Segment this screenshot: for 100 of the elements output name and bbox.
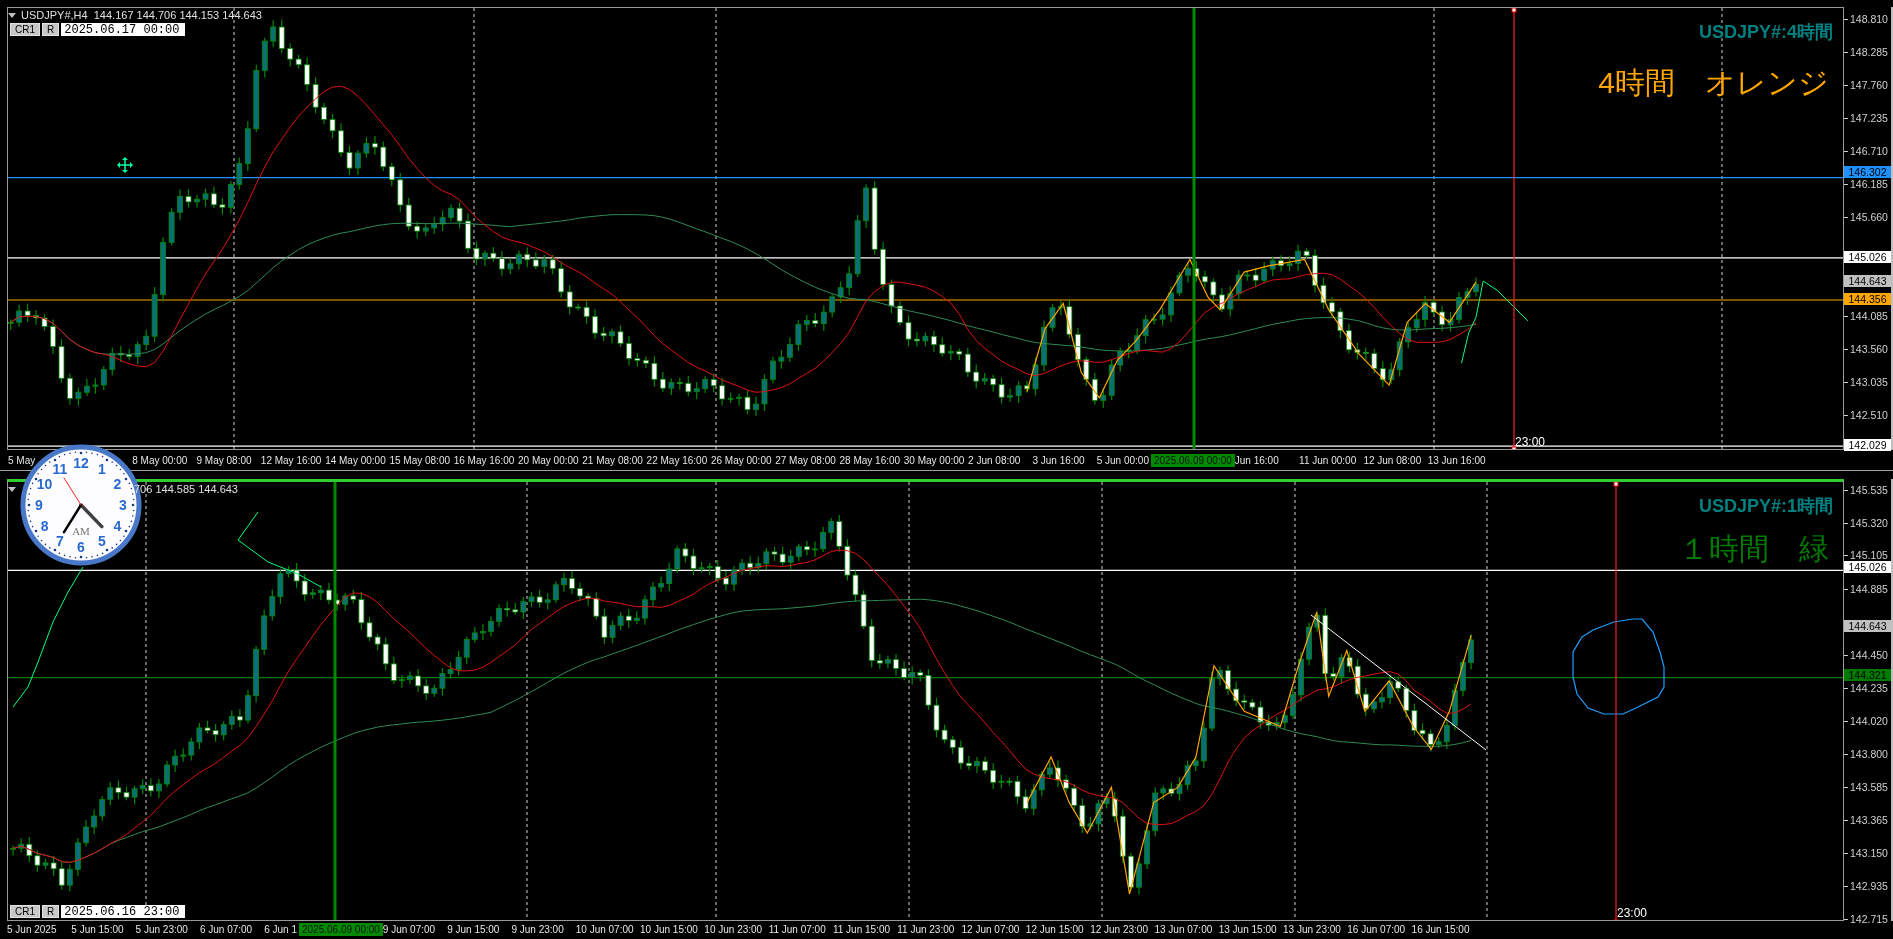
time-axis-label: 10 Jun 15:00	[640, 924, 699, 935]
time-axis-label: 16 Jun 07:00	[1347, 924, 1407, 935]
price-tick-label: 146.185	[1844, 178, 1888, 190]
time-axis-label: 26 May 00:00	[710, 454, 773, 466]
time-axis-label: 5 Jun 23:00	[135, 924, 189, 935]
price-tag: 145.026	[1844, 250, 1891, 263]
date-time-field[interactable]: 2025.06.17 00:00	[61, 23, 186, 36]
clock-numeral: 2	[113, 476, 122, 492]
menu-caret-icon[interactable]	[8, 12, 16, 18]
price-tag: 146.302	[1844, 166, 1891, 178]
time-axis-label: 15 May 08:00	[389, 454, 452, 466]
price-tag: 142.029	[1844, 439, 1891, 452]
time-axis-label: 9 May 08:00	[196, 454, 253, 466]
time-axis-label: 5 Jun 2025	[7, 924, 58, 935]
time-axis-label: 6 Jun 07:00	[199, 924, 254, 935]
time-axis-label: 5 Jun 15:00	[71, 924, 125, 935]
price-tick-label: 144.885	[1844, 582, 1888, 595]
price-tag: 145.026	[1844, 561, 1891, 574]
time-axis-label: 28 May 16:00	[839, 454, 902, 466]
time-axis-label: 12 Jun 08:00	[1363, 454, 1423, 466]
clock-numeral: 8	[40, 518, 49, 534]
note-label: 4時間 オレンジ	[1598, 68, 1829, 98]
clock-numeral: 12	[73, 455, 89, 471]
time-axis-label: 2 Jun 08:00	[968, 454, 1022, 466]
time-axis-label: 9 Jun 15:00	[447, 924, 501, 935]
time-axis-label: 27 May 08:00	[775, 454, 837, 466]
price-tick-label: 145.320	[1844, 516, 1888, 529]
price-tick-label: 143.800	[1844, 748, 1888, 760]
time-axis-label: 12 Jun 07:00	[961, 924, 1021, 935]
move-icon	[117, 157, 133, 173]
time-axis-label: 13 Jun 07:00	[1154, 924, 1214, 935]
time-axis-label: 9 Jun 23:00	[511, 924, 565, 935]
chart-button[interactable]: CR1	[10, 23, 40, 36]
clock-numeral: 5	[98, 533, 106, 550]
time-axis-label: 11 Jun 15:00	[832, 924, 892, 935]
price-tick-label: 142.715	[1844, 913, 1888, 925]
price-tag: 144.321	[1844, 668, 1891, 681]
time-axis-label: 9 Jun 07:00	[382, 924, 437, 935]
price-tick-label: 144.450	[1844, 649, 1888, 662]
price-tick-label: 144.085	[1844, 310, 1888, 322]
time-axis-label: 12 May 16:00	[260, 454, 323, 466]
time-marker-label: 2025.06.09 00:00	[1150, 453, 1235, 467]
time-axis-label: 16 May 16:00	[453, 454, 516, 466]
time-axis-label: 10 Jun 07:00	[575, 924, 635, 935]
price-tick-label: 142.510	[1844, 409, 1888, 421]
time-axis-label: 11 Jun 00:00	[1299, 454, 1358, 466]
menu-caret-icon[interactable]	[8, 486, 16, 492]
price-tick-label: 143.560	[1844, 343, 1888, 355]
symbol-label: USDJPY#:1時間	[1698, 495, 1833, 518]
time-axis-label: 5 Jun 00:00	[1096, 454, 1149, 466]
note-label: １時間 緑	[1679, 534, 1829, 564]
time-axis-label: 12 Jun 15:00	[1025, 924, 1085, 935]
chart-button[interactable]: R	[42, 23, 60, 36]
price-tick-label: 143.365	[1844, 814, 1888, 827]
price-tick-label: 147.235	[1844, 112, 1888, 124]
chart-button[interactable]: CR1	[10, 905, 40, 918]
time-axis-label: 10 Jun 23:00	[704, 924, 764, 935]
price-tick-label: 144.235	[1844, 681, 1888, 694]
price-tick-label: 145.535	[1844, 484, 1888, 496]
price-tag: 144.356	[1844, 293, 1891, 305]
clock-numeral: 1	[98, 460, 106, 477]
clock-meridiem: AM	[72, 525, 90, 537]
time-axis-label: 30 May 00:00	[903, 454, 966, 466]
price-tick-label: 143.150	[1844, 846, 1888, 859]
time-marker-label: 2025.06.09 00:00	[299, 923, 383, 936]
time-axis-label: 3 Jun 16:00	[1032, 454, 1086, 466]
price-tick-label: 146.710	[1844, 145, 1888, 157]
time-axis-label: 13 Jun 23:00	[1283, 924, 1342, 935]
time-axis-label: Jun 16:00	[1234, 454, 1280, 466]
symbol-label: USDJPY#:4時間	[1698, 21, 1833, 44]
time-axis-label: 20 May 00:00	[518, 454, 580, 466]
chart-button[interactable]: R	[42, 905, 60, 918]
time-axis-label: 8 May 00:00	[132, 454, 189, 466]
price-tick-label: 145.660	[1844, 211, 1888, 223]
time-axis-label: 16 Jun 15:00	[1411, 924, 1471, 935]
price-tick-label: 145.105	[1844, 549, 1888, 562]
price-tick-label: 143.035	[1844, 376, 1888, 388]
time-axis-label: 21 May 08:00	[582, 454, 644, 466]
date-time-field[interactable]: 2025.06.16 23:00	[61, 905, 186, 918]
clock-numeral: 11	[52, 460, 68, 477]
clock-numeral: 7	[56, 533, 64, 550]
price-tag: 144.643	[1844, 619, 1891, 632]
clock-numeral: 10	[36, 476, 53, 492]
price-tick-label: 144.020	[1844, 714, 1888, 727]
clock-numeral: 6	[77, 539, 85, 555]
time-axis-label: 22 May 16:00	[646, 454, 709, 466]
time-axis-label: 11 Jun 07:00	[768, 924, 827, 935]
clock-numeral: 4	[113, 518, 122, 534]
price-tick-label: 147.760	[1844, 79, 1888, 91]
chart-header: USDJPY#,H4 144.167 144.706 144.153 144.643	[21, 9, 262, 21]
price-tick-label: 148.285	[1844, 46, 1888, 58]
price-tick-label: 148.810	[1844, 13, 1888, 25]
clock-numeral: 9	[35, 497, 43, 513]
time-axis-label: 11 Jun 23:00	[897, 924, 956, 935]
time-axis-label: 13 Jun 15:00	[1218, 924, 1278, 935]
cursor-time-label: 23:00	[1515, 435, 1546, 449]
time-axis-label: 14 May 00:00	[325, 454, 387, 466]
time-axis-label: 6 Jun 1	[264, 924, 297, 935]
price-tick-label: 143.585	[1844, 780, 1888, 793]
clock-numeral: 3	[119, 497, 127, 513]
